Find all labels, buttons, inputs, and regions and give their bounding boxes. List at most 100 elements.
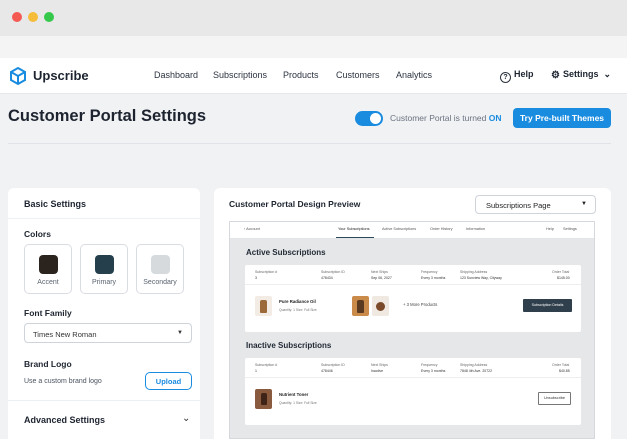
product-thumbnail (372, 296, 389, 316)
help-label: Help (514, 69, 534, 79)
col-value: 7848 4th Ave. 20722 (460, 369, 493, 373)
nav-analytics[interactable]: Analytics (396, 70, 432, 80)
nav-subscriptions[interactable]: Subscriptions (213, 70, 267, 80)
col-value: 3 (255, 276, 257, 280)
top-nav: Upscribe Dashboard Subscriptions Product… (0, 58, 627, 94)
advanced-settings-toggle[interactable]: Advanced Settings (24, 415, 105, 425)
primary-color-chip (95, 255, 114, 274)
preview-tab-active[interactable]: Active Subscriptions (382, 227, 416, 231)
col-header: Order Total (552, 270, 570, 274)
upload-logo-button[interactable]: Upload (145, 372, 192, 390)
preview-page-select[interactable]: Subscriptions Page ▼ (475, 195, 596, 214)
caret-down-icon: ▼ (581, 201, 587, 207)
panel-divider (8, 218, 200, 219)
font-family-label: Font Family (24, 308, 72, 318)
card-divider (245, 377, 581, 378)
col-header: Shipping Address (460, 363, 488, 367)
minimize-window-dot[interactable] (28, 12, 38, 22)
col-header: Subscription # (255, 363, 278, 367)
col-value: 478446 (321, 369, 333, 373)
primary-label: Primary (91, 279, 117, 286)
header-divider (8, 143, 611, 144)
preview-tab-your-subscriptions[interactable]: Your Subscriptions (338, 227, 370, 231)
preview-tab-order-history[interactable]: Order History (430, 227, 453, 231)
close-window-dot[interactable] (12, 12, 22, 22)
nav-customers[interactable]: Customers (336, 70, 380, 80)
page-title: Customer Portal Settings (8, 107, 207, 125)
col-header: Subscription # (255, 270, 278, 274)
col-value: Sep 06, 2027 (371, 276, 392, 280)
preview-tab-information[interactable]: Information (466, 227, 485, 231)
product-name: Nutrient Toner (279, 392, 309, 397)
col-header: Frequency (421, 270, 438, 274)
browser-toolbar (0, 36, 627, 58)
help-link[interactable]: ? Help (500, 69, 534, 83)
col-value: Every 3 months (421, 369, 446, 373)
active-tab-underline (336, 237, 374, 239)
col-header: Frequency (421, 363, 438, 367)
col-header: Order Total (552, 363, 570, 367)
col-value: Inactive (371, 369, 384, 373)
preview-nav-settings[interactable]: Settings (563, 227, 577, 231)
browser-titlebar (0, 0, 627, 36)
try-themes-button[interactable]: Try Pre-built Themes (513, 108, 611, 128)
card-divider (245, 284, 581, 285)
panel-divider (8, 400, 200, 401)
chevron-down-icon[interactable]: ⌄ (182, 413, 190, 424)
col-value: Every 3 months (421, 276, 446, 280)
inactive-subscription-card: Subscription # Subscription ID Next Ship… (245, 358, 581, 425)
jar-image (376, 302, 385, 311)
unsubscribe-button[interactable]: Unsubscribe (538, 392, 571, 405)
col-header: Next Ships (371, 270, 388, 274)
portal-preview: ‹ Account Your Subscriptions Active Subs… (229, 221, 595, 439)
col-header: Shipping Address (460, 270, 488, 274)
active-subscriptions-title: Active Subscriptions (246, 248, 326, 257)
preview-nav-help[interactable]: Help (546, 227, 554, 231)
bottle-image (357, 300, 364, 313)
help-icon: ? (500, 72, 511, 83)
portal-status-value: ON (488, 113, 502, 123)
accent-color-swatch[interactable]: Accent (24, 244, 72, 294)
col-header: Subscription ID (321, 363, 345, 367)
product-name: Pure Radiance Oil (279, 299, 316, 304)
product-thumbnail (255, 389, 272, 409)
col-value: $145.00 (557, 276, 570, 280)
nav-dashboard[interactable]: Dashboard (154, 70, 198, 80)
maximize-window-dot[interactable] (44, 12, 54, 22)
colors-label: Colors (24, 229, 51, 239)
product-meta: Quantity: 1 Size: Full Size (279, 308, 317, 312)
portal-status-label: Customer Portal is turned (390, 113, 489, 123)
secondary-color-chip (151, 255, 170, 274)
portal-status-text: Customer Portal is turned ON (390, 113, 501, 123)
col-header: Next Ships (371, 363, 388, 367)
chevron-down-icon: ⌄ (603, 69, 612, 79)
font-family-value: Times New Roman (33, 330, 97, 339)
product-meta: Quantity: 1 Size: Full Size (279, 401, 317, 405)
secondary-label: Secondary (143, 279, 177, 286)
font-family-select[interactable]: Times New Roman ▼ (24, 323, 192, 343)
col-header: Subscription ID (321, 270, 345, 274)
primary-color-swatch[interactable]: Primary (80, 244, 128, 294)
col-value: 1 (255, 369, 257, 373)
settings-menu[interactable]: ⚙ Settings ⌄ (551, 69, 611, 81)
preview-page-value: Subscriptions Page (486, 201, 551, 210)
portal-toggle[interactable] (355, 111, 383, 126)
preview-nav-account[interactable]: ‹ Account (244, 227, 260, 231)
nav-products[interactable]: Products (283, 70, 319, 80)
col-value: $40.85 (559, 369, 570, 373)
more-products-link[interactable]: + 3 More Products (403, 302, 437, 307)
secondary-color-swatch[interactable]: Secondary (136, 244, 184, 294)
caret-down-icon: ▼ (177, 330, 183, 336)
col-value: 478434 (321, 276, 333, 280)
preview-title: Customer Portal Design Preview (229, 199, 361, 209)
bottle-image (261, 393, 267, 405)
product-thumbnail (352, 296, 369, 316)
bottle-image (260, 300, 267, 313)
subscription-details-button[interactable]: Subscription Details (523, 299, 572, 312)
basic-settings-title: Basic Settings (24, 199, 87, 209)
brand-logo-label: Brand Logo (24, 359, 72, 369)
design-preview-panel: Customer Portal Design Preview Subscript… (214, 188, 611, 439)
basic-settings-panel: Basic Settings Colors Accent Primary Sec… (8, 188, 200, 439)
active-subscription-card: Subscription # Subscription ID Next Ship… (245, 265, 581, 332)
gear-icon: ⚙ (551, 70, 560, 81)
